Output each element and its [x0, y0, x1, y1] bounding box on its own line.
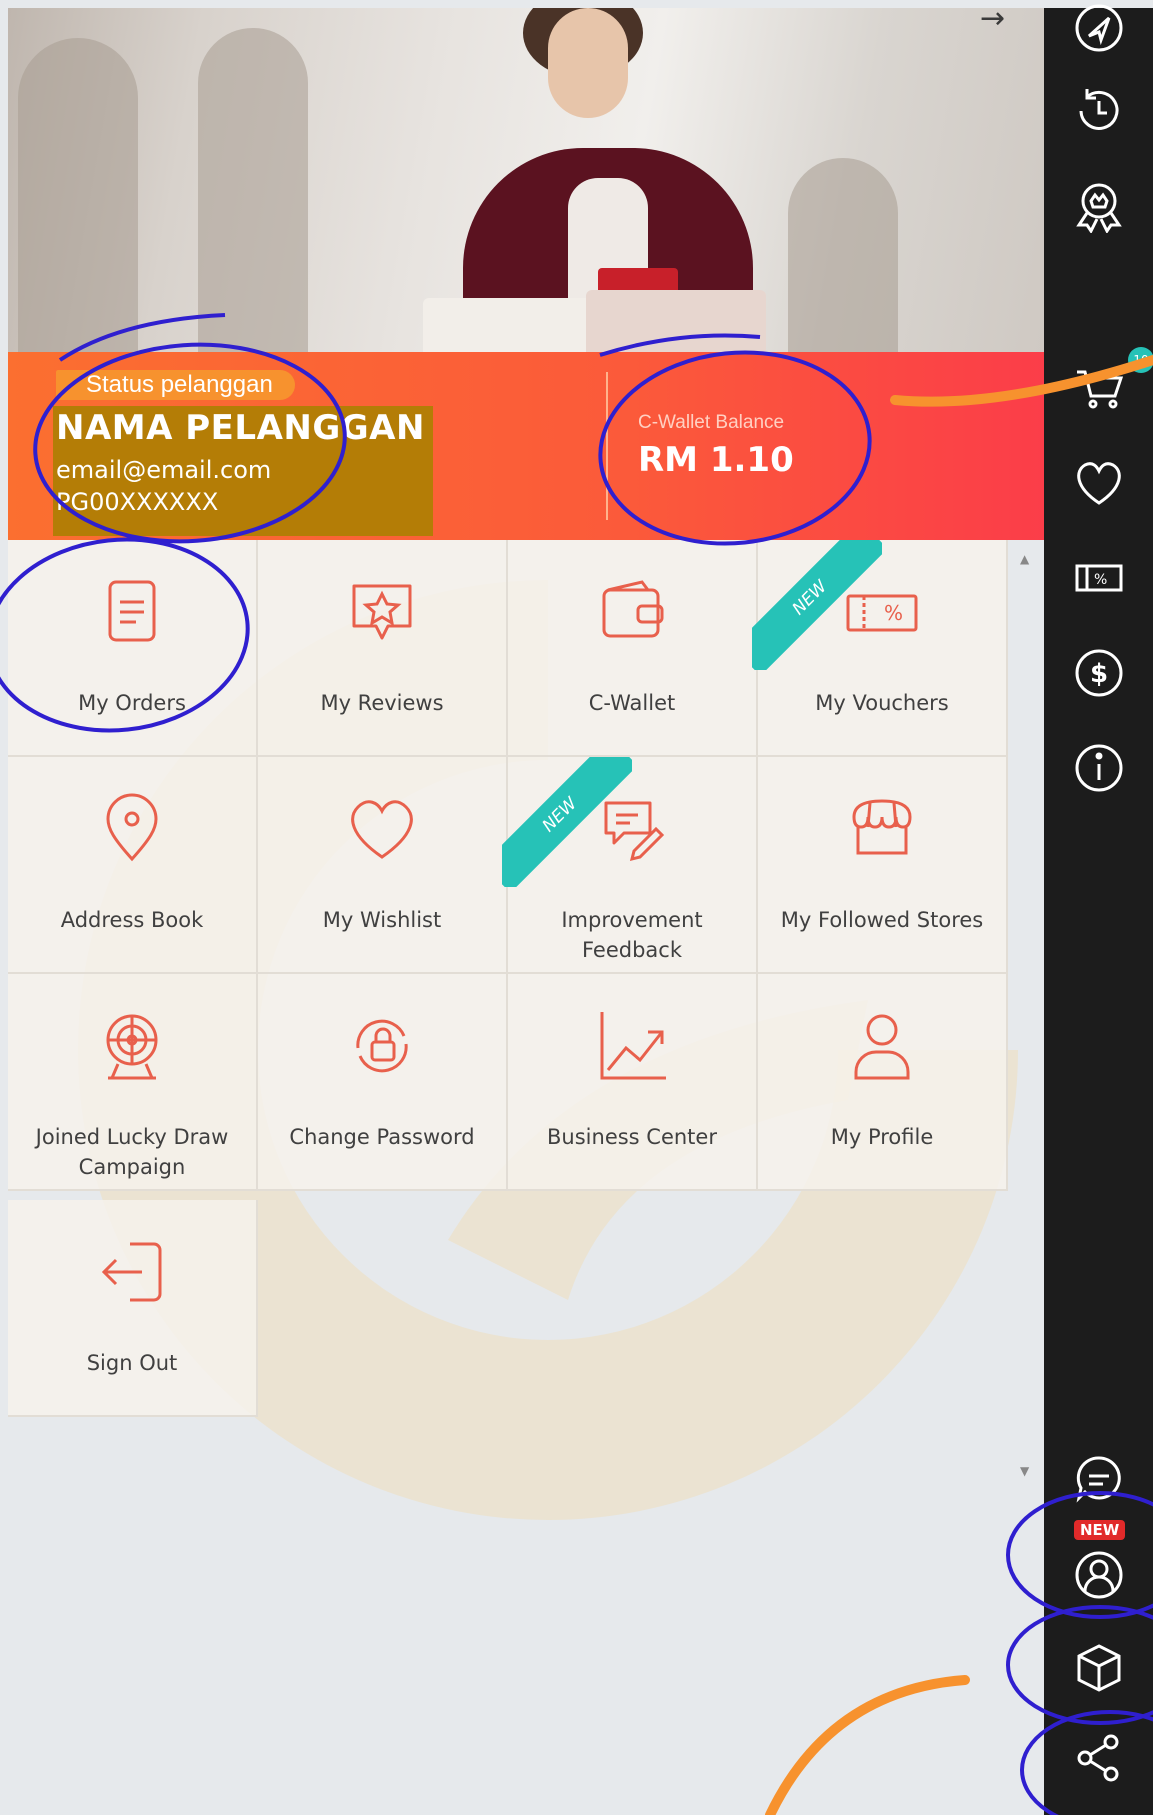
svg-text:$: $ [1090, 659, 1108, 689]
menu-item-business-center[interactable]: Business Center [508, 974, 758, 1191]
menu-item-label: Joined Lucky Draw Campaign [35, 1125, 229, 1179]
menu-item-label: Improvement Feedback [561, 908, 703, 962]
navigate-icon [1075, 4, 1122, 52]
membership-icon [1075, 183, 1122, 233]
voucher-icon: % [1075, 564, 1122, 592]
chat-icon [1076, 1456, 1121, 1503]
right-tool-rail: 10 % $ NEW [1044, 4, 1153, 1815]
svg-text:%: % [884, 601, 903, 625]
document-icon [94, 574, 170, 650]
menu-item-my-vouchers[interactable]: NEW % My Vouchers [752, 540, 1008, 757]
store-icon [844, 791, 920, 867]
menu-item-label: My Wishlist [322, 908, 442, 932]
menu-item-address-book[interactable]: Address Book [8, 757, 258, 974]
history-icon [1079, 89, 1118, 130]
person-icon [844, 1008, 920, 1084]
rail-package-button[interactable] [1044, 1623, 1153, 1713]
menu-item-label: Sign Out [86, 1351, 178, 1375]
account-icon [1075, 1551, 1122, 1599]
customer-id: PG00XXXXXX [56, 488, 219, 516]
chart-icon [594, 1008, 670, 1084]
scroll-down-arrow[interactable]: ▼ [1020, 1464, 1029, 1478]
share-icon [1077, 1734, 1118, 1782]
sign-out-icon [94, 1234, 170, 1310]
rail-info-button[interactable] [1044, 723, 1153, 813]
rail-navigate-button[interactable] [1044, 0, 1153, 73]
menu-item-label: C-Wallet [588, 691, 676, 715]
cart-count-badge: 10 [1128, 347, 1153, 373]
new-badge: NEW [1074, 1520, 1126, 1540]
menu-item-label: Change Password [289, 1125, 475, 1149]
wallet-balance-label: C-Wallet Balance [638, 412, 785, 433]
account-menu-grid: My Orders My Reviews C-Wallet NEW % My V… [8, 540, 1018, 1520]
star-bubble-icon [344, 574, 420, 650]
rail-account-button[interactable]: NEW [1044, 1520, 1153, 1610]
menu-item-sign-out[interactable]: Sign Out [8, 1200, 258, 1417]
wallet-balance-amount[interactable]: RM 1.10 [638, 440, 794, 480]
customer-name: NAMA PELANGGAN [56, 408, 425, 448]
menu-item-label: My Profile [830, 1125, 934, 1149]
rail-dollar-button[interactable]: $ [1044, 628, 1153, 718]
package-icon [1077, 1644, 1120, 1692]
heart-icon [1076, 462, 1121, 505]
lock-refresh-icon [344, 1008, 420, 1084]
location-pin-icon [94, 791, 170, 867]
dollar-icon: $ [1075, 649, 1122, 697]
svg-text:%: % [1094, 572, 1107, 588]
menu-item-my-orders[interactable]: My Orders [8, 540, 258, 757]
cart-icon [1076, 370, 1123, 409]
menu-item-my-wishlist[interactable]: My Wishlist [258, 757, 508, 974]
rail-membership-button[interactable] [1044, 162, 1153, 252]
divider [606, 372, 608, 520]
menu-item-my-reviews[interactable]: My Reviews [258, 540, 508, 757]
menu-item-my-profile[interactable]: My Profile [758, 974, 1008, 1191]
heart-icon [344, 791, 420, 867]
menu-item-label: My Followed Stores [780, 908, 984, 932]
rail-wishlist-button[interactable] [1044, 438, 1153, 528]
menu-item-change-password[interactable]: Change Password [258, 974, 508, 1191]
menu-item-label: My Orders [78, 691, 186, 715]
scroll-up-arrow[interactable]: ▲ [1020, 552, 1029, 566]
new-ribbon: NEW [502, 757, 632, 887]
wallet-icon [594, 574, 670, 650]
menu-item-joined-lucky-draw[interactable]: Joined Lucky Draw Campaign [8, 974, 258, 1191]
rail-voucher-button[interactable]: % [1044, 533, 1153, 623]
menu-item-label: Address Book [60, 908, 204, 932]
hero-banner-image [8, 8, 1044, 352]
rail-cart-button[interactable]: 10 [1044, 343, 1153, 433]
new-ribbon: NEW [752, 540, 882, 670]
info-icon [1075, 744, 1122, 792]
profile-header: Status pelanggan NAMA PELANGGAN email@em… [8, 352, 1044, 540]
menu-item-label: My Vouchers [815, 691, 949, 715]
rail-history-button[interactable] [1044, 66, 1153, 156]
lucky-wheel-icon [94, 1008, 170, 1084]
menu-item-c-wallet[interactable]: C-Wallet [508, 540, 758, 757]
menu-item-improvement-feedback[interactable]: NEW Improvement Feedback [502, 757, 758, 974]
customer-status-badge: Status pelanggan [56, 370, 295, 400]
rail-share-button[interactable] [1044, 1713, 1153, 1803]
customer-email: email@email.com [56, 456, 272, 484]
close-panel-button[interactable]: → [980, 4, 1005, 34]
menu-item-my-followed-stores[interactable]: My Followed Stores [758, 757, 1008, 974]
menu-item-label: My Reviews [320, 691, 444, 715]
menu-item-label: Business Center [547, 1125, 717, 1149]
rail-chat-button[interactable] [1044, 1433, 1153, 1523]
